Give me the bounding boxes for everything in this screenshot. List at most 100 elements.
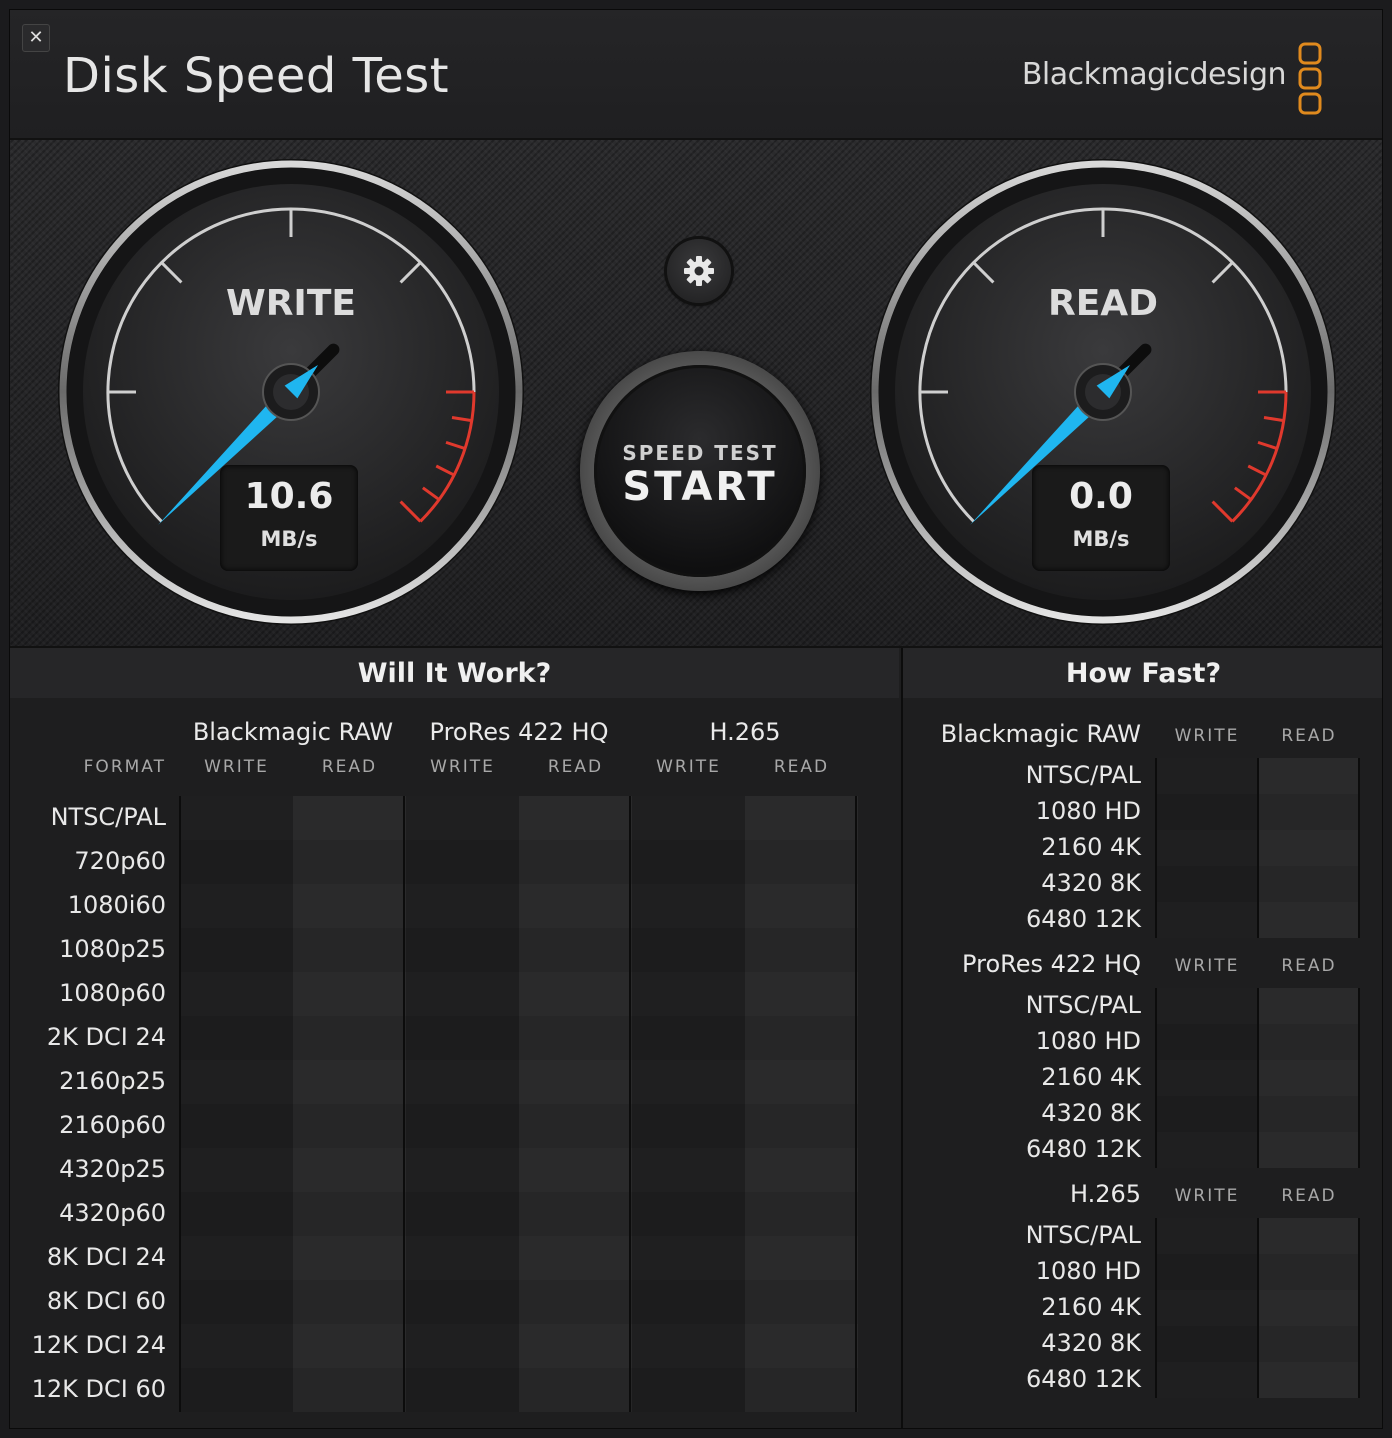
wiw-codec-braw: Blackmagic RAW <box>192 718 394 746</box>
wiw-braw-read-header: READ <box>321 757 378 777</box>
result-cell <box>519 1016 632 1060</box>
wiw-h265-write-header: WRITE <box>656 757 721 777</box>
result-cell <box>406 928 519 972</box>
read-speed-unit: MB/s <box>1072 527 1130 551</box>
app-title: Disk Speed Test <box>63 48 450 104</box>
wiw-h265-read-column <box>745 796 858 1412</box>
result-cell <box>632 1148 745 1192</box>
result-cell <box>519 928 632 972</box>
speed-cell <box>1157 1024 1257 1060</box>
hf-row-label: 2160 4K <box>1041 1293 1141 1321</box>
result-cell <box>745 1368 858 1412</box>
result-cell <box>745 928 858 972</box>
hf-prores-read-header: READ <box>1281 956 1337 976</box>
wiw-braw-write-column <box>180 796 293 1412</box>
column-divider <box>1155 758 1157 938</box>
result-cell <box>745 796 858 840</box>
format-label: 2160p25 <box>59 1067 166 1095</box>
speed-cell <box>1259 758 1359 794</box>
gauge-area: WRITE 10.6 MB/s SPEED TEST START READ 0.… <box>10 140 1382 648</box>
format-label: 12K DCI 24 <box>31 1331 166 1359</box>
format-label: 2160p60 <box>59 1111 166 1139</box>
result-cell <box>180 1280 293 1324</box>
write-gauge: WRITE 10.6 MB/s <box>56 157 526 627</box>
hf-row-label: NTSC/PAL <box>1025 1221 1141 1249</box>
result-cell <box>180 972 293 1016</box>
result-cell <box>632 1368 745 1412</box>
how-fast-panel: How Fast? Blackmagic RAW WRITE READ NTSC/PA… <box>901 648 1382 1428</box>
speed-cell <box>1259 866 1359 902</box>
hf-row-label: 6480 12K <box>1026 1365 1141 1393</box>
result-cell <box>745 972 858 1016</box>
format-label: 720p60 <box>74 847 166 875</box>
result-cell <box>406 884 519 928</box>
result-cell <box>745 1280 858 1324</box>
result-cell <box>293 840 406 884</box>
speed-cell <box>1259 1254 1359 1290</box>
column-divider <box>1358 988 1360 1168</box>
result-cell <box>632 1104 745 1148</box>
hf-row-label: 1080 HD <box>1035 1257 1141 1285</box>
close-icon[interactable]: ✕ <box>22 24 50 52</box>
wiw-codec-h265: H.265 <box>709 718 781 746</box>
hf-row-label: NTSC/PAL <box>1025 761 1141 789</box>
speed-cell <box>1157 1132 1257 1168</box>
hf-braw-write-header: WRITE <box>1174 726 1240 746</box>
speed-cell <box>1259 1362 1359 1398</box>
speed-cell <box>1157 988 1257 1024</box>
hf-h265-write-column <box>1157 1218 1257 1398</box>
wiw-codec-prores: ProRes 422 HQ <box>429 718 609 746</box>
format-label: 2K DCI 24 <box>46 1023 166 1051</box>
result-cell <box>406 1060 519 1104</box>
format-label: 1080p25 <box>59 935 166 963</box>
result-cell <box>519 1192 632 1236</box>
hf-row-label: 4320 8K <box>1041 1099 1141 1127</box>
read-gauge-label: READ <box>1047 283 1159 324</box>
speed-cell <box>1157 1326 1257 1362</box>
format-label: 8K DCI 60 <box>46 1287 166 1315</box>
format-label: 1080i60 <box>67 891 166 919</box>
column-divider <box>855 796 857 1412</box>
format-label: 4320p60 <box>59 1199 166 1227</box>
result-cell <box>180 1192 293 1236</box>
result-cell <box>293 1324 406 1368</box>
result-cell <box>519 1148 632 1192</box>
column-divider <box>1155 1218 1157 1398</box>
result-cell <box>519 972 632 1016</box>
result-cell <box>180 1104 293 1148</box>
result-cell <box>293 884 406 928</box>
wiw-h265-read-header: READ <box>773 757 830 777</box>
speed-cell <box>1259 794 1359 830</box>
column-divider <box>403 796 405 1412</box>
result-cell <box>406 1368 519 1412</box>
result-cell <box>745 1016 858 1060</box>
result-cell <box>632 1060 745 1104</box>
result-cell <box>180 1148 293 1192</box>
result-cell <box>406 1192 519 1236</box>
start-button[interactable]: SPEED TEST START <box>580 351 820 591</box>
speed-cell <box>1259 1132 1359 1168</box>
will-it-work-panel: Will It Work? Blackmagic RAW ProRes 422 … <box>10 648 899 1428</box>
result-cell <box>745 1148 858 1192</box>
write-gauge-label: WRITE <box>226 283 356 324</box>
brand-name: Blackmagicdesign <box>1021 57 1287 92</box>
result-cell <box>519 1060 632 1104</box>
result-cell <box>519 1104 632 1148</box>
column-divider <box>1257 988 1259 1168</box>
speed-cell <box>1157 1362 1257 1398</box>
settings-button[interactable] <box>667 239 731 303</box>
speed-cell <box>1259 1218 1359 1254</box>
hf-row-label: 1080 HD <box>1035 1027 1141 1055</box>
result-cell <box>745 884 858 928</box>
how-fast-title: How Fast? <box>903 648 1382 698</box>
hf-braw-read-header: READ <box>1281 726 1337 746</box>
result-cell <box>632 796 745 840</box>
hf-h265-write-header: WRITE <box>1174 1186 1240 1206</box>
result-cell <box>406 972 519 1016</box>
result-cell <box>745 1324 858 1368</box>
speed-cell <box>1259 988 1359 1024</box>
result-cell <box>519 1368 632 1412</box>
format-header: FORMAT <box>83 757 166 777</box>
result-cell <box>293 796 406 840</box>
result-cell <box>293 1192 406 1236</box>
